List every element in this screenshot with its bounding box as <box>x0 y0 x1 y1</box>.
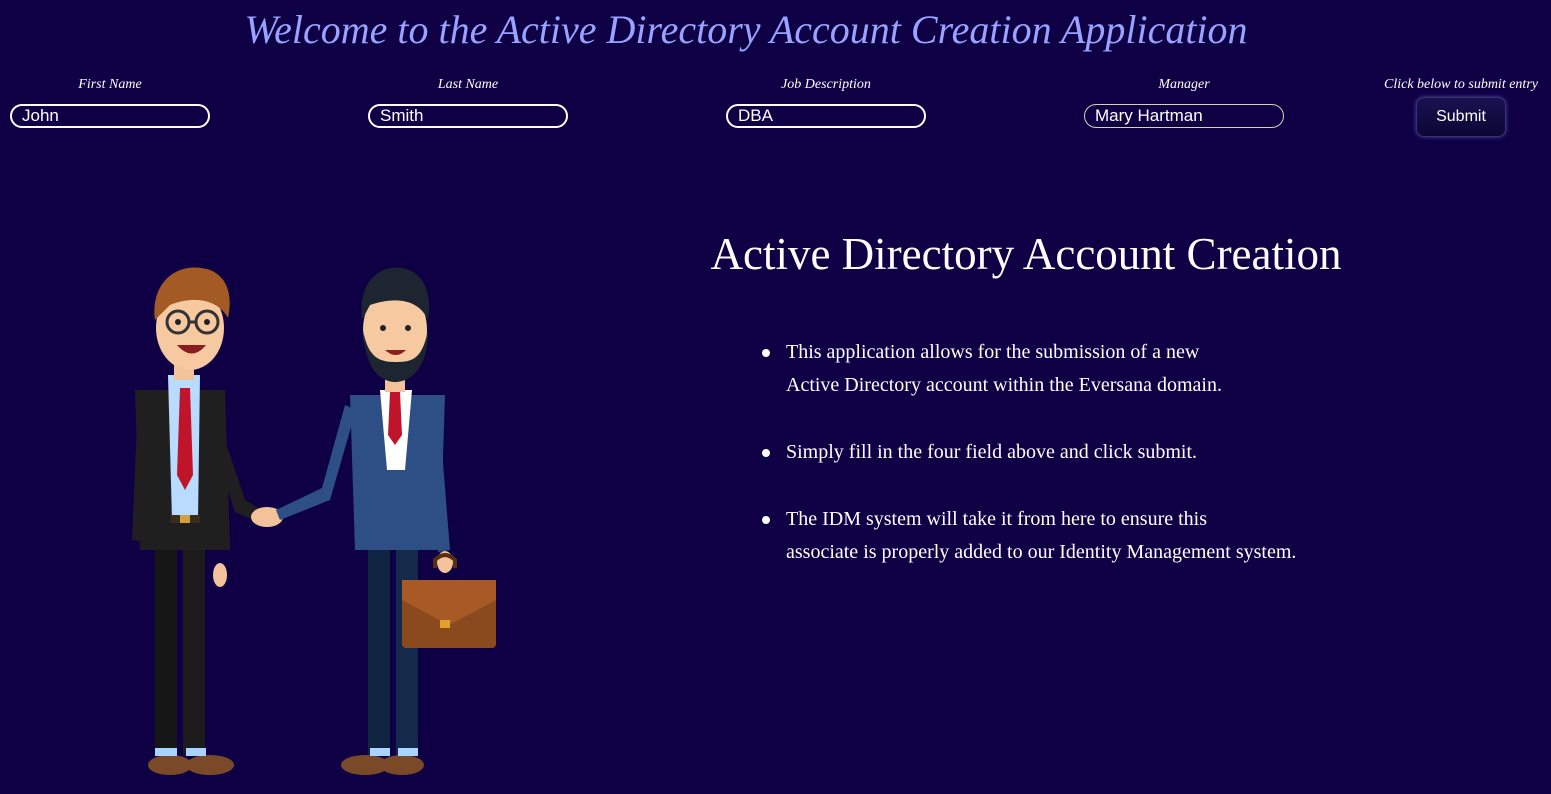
submit-group: Click below to submit entry Submit <box>1376 76 1546 137</box>
manager-input[interactable] <box>1084 104 1284 128</box>
page-title: Welcome to the Active Directory Account … <box>244 7 1248 52</box>
list-item: This application allows for the submissi… <box>760 336 1296 402</box>
last-name-input[interactable] <box>368 104 568 128</box>
first-name-input[interactable] <box>10 104 210 128</box>
job-description-group: Job Description <box>726 76 926 128</box>
job-description-input[interactable] <box>726 104 926 128</box>
list-item-text: This application allows for the submissi… <box>786 341 1222 396</box>
list-item-text: Simply fill in the four field above and … <box>786 441 1198 463</box>
list-item-text: The IDM system will take it from here to… <box>786 508 1297 563</box>
info-list: This application allows for the submissi… <box>760 336 1296 603</box>
section-title: Active Directory Account Creation <box>710 229 1342 279</box>
bullet-icon <box>762 349 770 357</box>
first-name-group: First Name <box>10 76 210 128</box>
businessmen-handshake-illustration <box>132 267 496 775</box>
submit-button[interactable]: Submit <box>1416 97 1506 137</box>
list-item: Simply fill in the four field above and … <box>760 436 1296 469</box>
job-description-label: Job Description <box>781 77 871 92</box>
manager-group: Manager <box>1084 76 1284 128</box>
first-name-label: First Name <box>78 77 142 92</box>
last-name-label: Last Name <box>437 77 499 92</box>
manager-label: Manager <box>1158 77 1210 92</box>
list-item: The IDM system will take it from here to… <box>760 503 1296 569</box>
right-businessman <box>276 267 496 775</box>
submit-hint: Click below to submit entry <box>1384 77 1538 92</box>
bullet-icon <box>762 516 770 524</box>
page: Welcome to the Active Directory Account … <box>0 0 1551 794</box>
left-businessman <box>132 267 265 775</box>
last-name-group: Last Name <box>368 76 568 128</box>
bullet-icon <box>762 449 770 457</box>
